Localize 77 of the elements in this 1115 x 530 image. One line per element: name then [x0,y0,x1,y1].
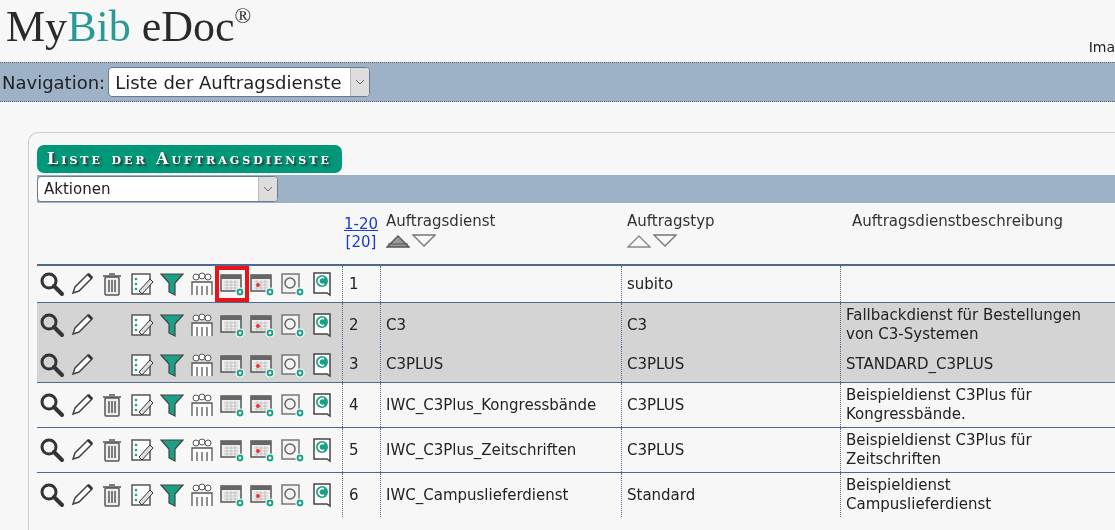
search-icon[interactable] [39,437,65,463]
logo: MyBib eDoc$^{®}$ [5,1,252,52]
filter-icon[interactable] [159,271,185,297]
table-cell: Standard [621,473,840,517]
table-cell: Beispieldienst C3Plus für Zeitschriften [840,428,1090,472]
table-cell: C3PLUS [621,428,840,472]
search-icon[interactable] [39,351,65,378]
table-cell: 4 [342,383,380,427]
table-cell: 3 [342,347,380,382]
filter-icon[interactable] [159,437,185,463]
sort-ascending-icon[interactable] [386,234,410,248]
page-range-link[interactable]: 1-20 [343,215,378,233]
people-icon[interactable] [189,392,215,418]
table-cell: 6 [342,473,380,517]
table-row[interactable]: 3 C3PLUS C3PLUS STANDARD_C3PLUS [37,347,1115,382]
checklist-edit-icon[interactable] [129,351,155,378]
people-icon[interactable] [189,437,215,463]
people-icon[interactable] [189,482,215,508]
table-row[interactable]: 5 IWC_C3Plus_Zeitschriften C3PLUS Beispieldienst C3Plus für Zeitschriften [37,427,1115,472]
pencil-icon[interactable] [69,392,95,418]
table-cell: STANDARD_C3PLUS [840,347,1090,382]
caret-icon [349,68,369,96]
calendar-dot-icon[interactable] [249,392,275,418]
page-size-link[interactable]: [20] [345,233,377,251]
pencil-icon[interactable] [69,271,95,297]
sort-ascending-icon[interactable] [627,234,651,248]
table-row[interactable]: 4 IWC_C3Plus_Kongressbände C3PLUS Beispieldienst C3Plus für Kongressbände. [37,382,1115,427]
pencil-icon[interactable] [69,482,95,508]
filter-icon[interactable] [159,392,185,418]
column-header[interactable]: Auftragstyp [627,212,715,230]
filter-icon[interactable] [159,482,185,508]
checklist-edit-icon[interactable] [129,482,155,508]
navigation-label: Navigation: [2,71,106,93]
table-cell: C3PLUS [621,383,840,427]
search-icon[interactable] [39,312,65,338]
calendar-icon[interactable] [219,437,245,463]
table-cell: C3PLUS [621,347,840,382]
search-icon[interactable] [39,392,65,418]
checklist-edit-icon[interactable] [129,271,155,297]
calendar-icon[interactable] [219,312,245,338]
checklist-edit-icon[interactable] [129,437,155,463]
people-icon[interactable] [189,351,215,378]
sort-descending-icon[interactable] [653,234,677,248]
calendar-dot-icon[interactable] [249,312,275,338]
table-cell: Beispieldienst Campuslieferdienst [840,473,1090,517]
table-cell: IWC_Campuslieferdienst [380,473,621,517]
table-row[interactable]: 6 IWC_Campuslieferdienst Standard Beispieldienst Campuslieferdienst [37,472,1115,517]
column-header[interactable]: Auftragsdienstbeschreibung [852,212,1064,230]
people-icon[interactable] [189,312,215,338]
calendar-dot-icon[interactable] [249,482,275,508]
caret-icon [258,177,277,201]
search-icon[interactable] [39,482,65,508]
table-cell: 5 [342,428,380,472]
panel-title: Liste der Auftragsdienste [37,145,342,173]
checklist-edit-icon[interactable] [129,392,155,418]
checklist-edit-icon[interactable] [129,312,155,338]
pencil-icon[interactable] [69,437,95,463]
calendar-icon[interactable] [219,482,245,508]
table-cell: IWC_C3Plus_Zeitschriften [380,428,621,472]
table-cell: IWC_C3Plus_Kongressbände [380,383,621,427]
table-row[interactable]: 2 C3 C3 Fallbackdienst für Bestellungen von C3-Systemen [37,302,1115,347]
calendar-dot-icon[interactable] [249,437,275,463]
pencil-icon[interactable] [69,312,95,338]
filter-icon[interactable] [159,312,185,338]
table-cell: Beispieldienst C3Plus für Kongressbände. [840,383,1090,427]
sort-descending-icon[interactable] [412,234,436,248]
search-icon[interactable] [39,271,65,297]
filter-icon[interactable] [159,351,185,378]
people-icon[interactable] [189,271,215,297]
column-header[interactable]: Auftragsdienst [386,212,496,230]
calendar-dot-icon[interactable] [249,271,275,297]
user-text: Ima [1087,39,1115,55]
table-cell: C3PLUS [380,347,621,382]
pencil-icon[interactable] [69,351,95,378]
calendar-icon[interactable] [219,392,245,418]
actions-dropdown[interactable]: Aktionen [37,176,278,202]
navigation-dropdown[interactable]: Liste der Auftragsdienste [108,67,370,97]
